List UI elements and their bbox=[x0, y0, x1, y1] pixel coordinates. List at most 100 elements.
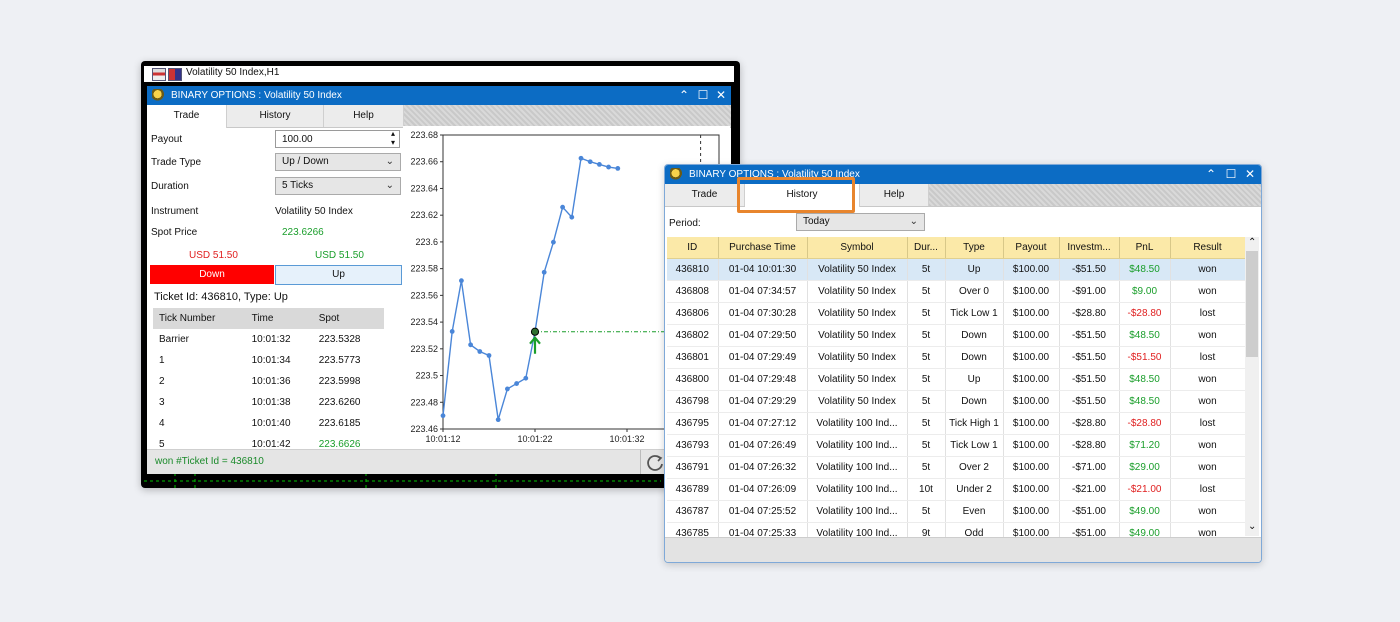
table-row: 4 10:01:40 223.6185 bbox=[153, 413, 384, 434]
maximize-icon[interactable]: ☐ bbox=[693, 86, 713, 105]
history-scrollbar[interactable]: ⌃ ⌄ bbox=[1245, 237, 1259, 536]
tick-cell: 223.5773 bbox=[318, 355, 361, 366]
table-row[interactable]: 436801 01-04 07:29:49 Volatility 50 Index 5… bbox=[667, 346, 1245, 369]
tab-history[interactable]: History bbox=[227, 105, 324, 127]
history-header-cell[interactable]: Type bbox=[945, 237, 1004, 259]
history-cell: 5t bbox=[907, 258, 946, 281]
history-cell: $100.00 bbox=[1003, 478, 1060, 501]
y-tick-label: 223.5 bbox=[415, 371, 438, 381]
price-point bbox=[569, 214, 575, 220]
tick-table-header-cell: Spot bbox=[312, 308, 384, 329]
history-cell: Volatility 50 Index bbox=[807, 302, 908, 325]
history-cell: $100.00 bbox=[1003, 280, 1060, 303]
tick-cell: 4 bbox=[159, 418, 165, 429]
duration-select[interactable]: 5 Ticks ⌄ bbox=[275, 177, 401, 195]
history-window: BINARY OPTIONS : Volatility 50 Index ⌃ ☐… bbox=[664, 164, 1262, 563]
panel-title: BINARY OPTIONS : Volatility 50 Index bbox=[171, 90, 342, 101]
history-cell: Volatility 100 Ind... bbox=[807, 522, 908, 537]
scrollbar-thumb[interactable] bbox=[1246, 251, 1258, 357]
history-cell: 5t bbox=[907, 368, 946, 391]
history-header-cell[interactable]: Dur... bbox=[907, 237, 946, 259]
history-cell: -$28.80 bbox=[1119, 302, 1171, 325]
price-point bbox=[495, 417, 501, 423]
table-row[interactable]: 436795 01-04 07:27:12 Volatility 100 Ind..… bbox=[667, 412, 1245, 435]
period-select[interactable]: Today ⌄ bbox=[796, 213, 925, 231]
history-header-cell[interactable]: Symbol bbox=[807, 237, 908, 259]
history-header-cell[interactable]: Investm... bbox=[1059, 237, 1120, 259]
refresh-icon[interactable] bbox=[645, 453, 665, 473]
history-tab-highlight bbox=[737, 177, 855, 213]
table-row[interactable]: 436793 01-04 07:26:49 Volatility 100 Ind..… bbox=[667, 434, 1245, 457]
history-cell: $100.00 bbox=[1003, 456, 1060, 479]
down-button[interactable]: Down bbox=[150, 265, 274, 284]
tick-cell: 223.5998 bbox=[318, 376, 361, 387]
history-cell: 5t bbox=[907, 302, 946, 325]
y-tick-label: 223.54 bbox=[410, 317, 438, 327]
table-row[interactable]: 436806 01-04 07:30:28 Volatility 50 Index 5… bbox=[667, 302, 1245, 325]
spinner-icon[interactable]: ▴ ▾ bbox=[391, 129, 395, 147]
price-point bbox=[523, 375, 529, 381]
history-header-cell[interactable]: Payout bbox=[1003, 237, 1060, 259]
scroll-up-icon[interactable]: ⌃ bbox=[1248, 237, 1256, 248]
table-row[interactable]: 436789 01-04 07:26:09 Volatility 100 Ind..… bbox=[667, 478, 1245, 501]
history-cell: 436810 bbox=[667, 258, 719, 281]
table-row[interactable]: 436798 01-04 07:29:29 Volatility 50 Index 5… bbox=[667, 390, 1245, 413]
history-cell: Volatility 50 Index bbox=[807, 346, 908, 369]
table-row[interactable]: 436810 01-04 10:01:30 Volatility 50 Index 5… bbox=[667, 258, 1245, 281]
close-icon[interactable]: ✕ bbox=[711, 86, 731, 105]
up-button[interactable]: Up bbox=[275, 265, 402, 285]
table-row[interactable]: 436791 01-04 07:26:32 Volatility 100 Ind..… bbox=[667, 456, 1245, 479]
y-tick-label: 223.6 bbox=[415, 237, 438, 247]
close-icon[interactable]: ✕ bbox=[1240, 165, 1260, 184]
history-cell: -$28.80 bbox=[1059, 434, 1120, 457]
history-cell: Down bbox=[945, 390, 1004, 413]
trade-type-select[interactable]: Up / Down ⌄ bbox=[275, 153, 401, 171]
history-cell: -$51.50 bbox=[1059, 346, 1120, 369]
history-header-cell[interactable]: ID bbox=[667, 237, 719, 259]
tick-cell: 223.6185 bbox=[318, 418, 361, 429]
panel-title-bar: BINARY OPTIONS : Volatility 50 Index ⌃ ☐… bbox=[147, 86, 731, 105]
history-cell: won bbox=[1170, 324, 1245, 347]
price-point bbox=[514, 381, 519, 386]
instrument-label: Instrument bbox=[151, 206, 199, 217]
table-row[interactable]: 436802 01-04 07:29:50 Volatility 50 Index 5… bbox=[667, 324, 1245, 347]
history-cell: Volatility 100 Ind... bbox=[807, 478, 908, 501]
y-tick-label: 223.48 bbox=[410, 397, 438, 407]
minimize-icon[interactable]: ⌃ bbox=[674, 86, 694, 105]
minimize-icon[interactable]: ⌃ bbox=[1201, 165, 1221, 184]
tab-trade[interactable]: Trade bbox=[665, 184, 745, 206]
price-point bbox=[578, 155, 584, 161]
tick-cell: 10:01:42 bbox=[251, 439, 291, 450]
history-cell: 01-04 07:29:50 bbox=[718, 324, 808, 347]
table-row[interactable]: 436800 01-04 07:29:48 Volatility 50 Index 5… bbox=[667, 368, 1245, 391]
history-header-cell[interactable]: Result bbox=[1170, 237, 1245, 259]
price-point bbox=[587, 159, 593, 165]
payout-input[interactable]: 100.00 ▴ ▾ bbox=[275, 129, 400, 148]
history-cell: 01-04 07:26:49 bbox=[718, 434, 808, 457]
price-point bbox=[486, 353, 492, 358]
trade-type-label: Trade Type bbox=[151, 157, 202, 168]
history-cell: -$51.50 bbox=[1059, 258, 1120, 281]
tab-help[interactable]: Help bbox=[324, 105, 404, 127]
history-cell: Volatility 100 Ind... bbox=[807, 500, 908, 523]
history-cell: 436798 bbox=[667, 390, 719, 413]
history-cell: $100.00 bbox=[1003, 434, 1060, 457]
tab-trade[interactable]: Trade bbox=[147, 105, 227, 128]
history-cell: -$51.50 bbox=[1059, 324, 1120, 347]
tick-cell: 223.5328 bbox=[318, 334, 361, 345]
history-cell: -$51.50 bbox=[1119, 346, 1171, 369]
price-point bbox=[597, 162, 602, 167]
maximize-icon[interactable]: ☐ bbox=[1221, 165, 1241, 184]
table-row[interactable]: 436808 01-04 07:34:57 Volatility 50 Index 5… bbox=[667, 280, 1245, 303]
table-row[interactable]: 436787 01-04 07:25:52 Volatility 100 Ind..… bbox=[667, 500, 1245, 523]
history-cell: $100.00 bbox=[1003, 346, 1060, 369]
history-header-cell[interactable]: Purchase Time bbox=[718, 237, 808, 259]
tab-help[interactable]: Help bbox=[860, 184, 929, 206]
history-cell: 436793 bbox=[667, 434, 719, 457]
x-tick-label: 10:01:12 bbox=[425, 434, 460, 444]
history-header-cell[interactable]: PnL bbox=[1119, 237, 1171, 259]
history-cell: 01-04 07:26:09 bbox=[718, 478, 808, 501]
spot-price-label: Spot Price bbox=[151, 227, 198, 238]
scroll-down-icon[interactable]: ⌄ bbox=[1248, 521, 1256, 532]
table-row[interactable]: 436785 01-04 07:25:33 Volatility 100 Ind..… bbox=[667, 522, 1245, 537]
